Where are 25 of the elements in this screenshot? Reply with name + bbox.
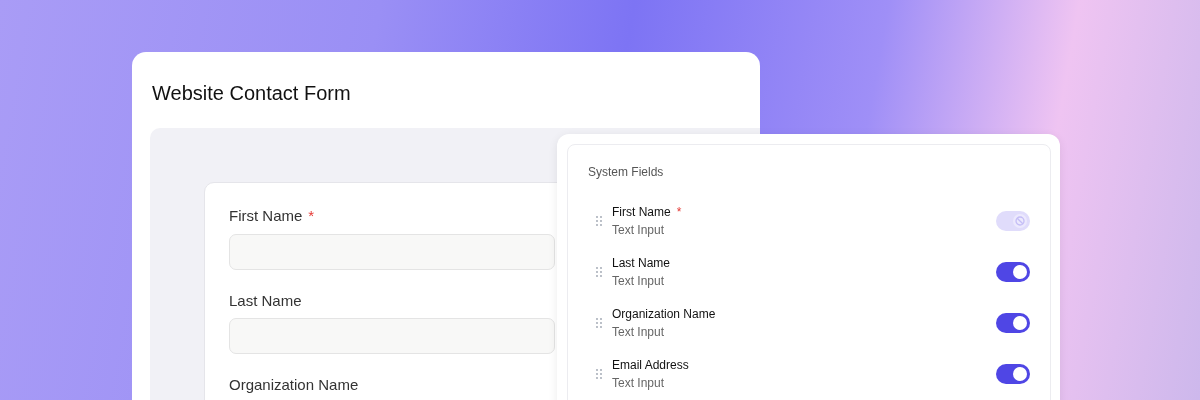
field-type: Text Input <box>612 374 666 392</box>
field-label-text: First Name <box>229 206 303 226</box>
drag-handle-icon[interactable] <box>596 266 602 277</box>
toggle-switch[interactable] <box>996 363 1030 384</box>
required-mark: * <box>676 203 682 221</box>
panel-title: System Fields <box>588 164 665 181</box>
required-mark: * <box>308 206 315 226</box>
toggle-switch[interactable] <box>996 261 1030 282</box>
drag-handle-icon[interactable] <box>596 317 602 328</box>
drag-handle-icon[interactable] <box>596 215 602 226</box>
toggle-switch[interactable] <box>996 312 1030 333</box>
ban-icon <box>1015 215 1025 226</box>
field-label-text: Organization Name <box>229 375 359 395</box>
input-field[interactable] <box>229 318 555 354</box>
form-title: Website Contact Form <box>152 81 351 106</box>
field-type: Text Input <box>612 221 666 239</box>
field-name: First Name <box>612 203 671 221</box>
field-name: Last Name <box>612 254 671 272</box>
field-type: Text Input <box>612 272 666 290</box>
field-name: Organization Name <box>612 305 716 323</box>
field-type: Text Input <box>612 323 666 341</box>
field-name: Email Address <box>612 356 689 374</box>
drag-handle-icon[interactable] <box>596 368 602 379</box>
input-field[interactable] <box>229 233 555 270</box>
field-label-text: Last Name <box>229 290 302 311</box>
